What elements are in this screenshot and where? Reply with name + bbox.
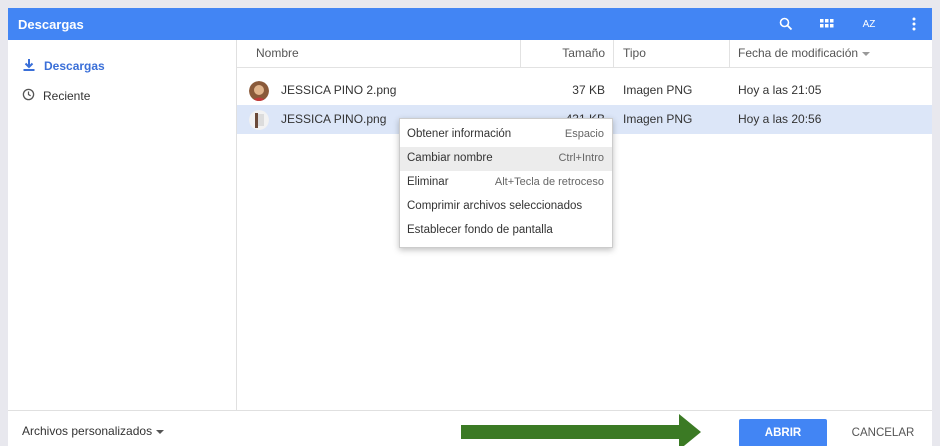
sidebar-item-label: Descargas [44,59,105,73]
context-menu: Obtener información Espacio Cambiar nomb… [399,118,613,248]
menu-item-shortcut: Ctrl+Intro [558,152,604,164]
download-icon [22,58,36,75]
menu-item-eliminar[interactable]: Eliminar Alt+Tecla de retroceso [400,171,612,195]
clock-icon [22,88,35,104]
column-headers: Nombre Tamaño Tipo Fecha de modificación [237,40,932,68]
image-thumbnail-icon [249,81,269,101]
file-name: JESSICA PINO 2.png [281,83,397,97]
file-size: 37 KB [572,83,605,97]
dialog-title: Descargas [18,17,84,32]
column-header-type[interactable]: Tipo [623,40,646,67]
chevron-down-icon [156,424,165,438]
file-type: Imagen PNG [623,83,693,97]
column-divider[interactable] [613,40,614,67]
more-vert-icon[interactable] [903,14,925,34]
sidebar: Descargas Reciente [8,40,236,410]
file-date: Hoy a las 20:56 [738,112,822,126]
menu-item-comprimir[interactable]: Comprimir archivos seleccionados [400,195,612,219]
menu-item-label: Comprimir archivos seleccionados [407,200,583,212]
menu-item-shortcut: Alt+Tecla de retroceso [494,176,604,188]
menu-item-label: Eliminar [407,176,449,188]
menu-item-label: Obtener información [407,128,512,140]
image-thumbnail-icon [249,110,269,130]
sort-down-icon [862,40,871,67]
column-divider[interactable] [729,40,730,67]
column-header-name[interactable]: Nombre [256,40,299,67]
file-name: JESSICA PINO.png [281,112,387,126]
column-header-size[interactable]: Tamaño [521,40,605,67]
menu-item-fondo-pantalla[interactable]: Establecer fondo de pantalla [400,219,612,243]
filter-label: Archivos personalizados [22,424,153,438]
menu-item-cambiar-nombre[interactable]: Cambiar nombre Ctrl+Intro [400,147,612,171]
cancel-button[interactable]: CANCELAR [838,419,928,446]
table-row[interactable]: JESSICA PINO 2.png 37 KB Imagen PNG Hoy … [237,76,932,105]
file-type: Imagen PNG [623,112,693,126]
column-header-date[interactable]: Fecha de modificación [738,40,871,67]
menu-item-shortcut: Espacio [564,128,604,140]
column-header-date-label: Fecha de modificación [738,46,859,60]
annotation-arrow-shaft [461,425,681,439]
annotation-arrow-icon [679,414,701,446]
open-button[interactable]: ABRIR [739,419,827,446]
grid-icon[interactable] [816,14,838,34]
sidebar-item-descargas[interactable]: Descargas [22,55,105,77]
file-type-filter[interactable]: Archivos personalizados [22,424,165,438]
title-bar: Descargas AZ [8,8,932,40]
search-icon[interactable] [775,14,797,34]
sort-label: AZ [862,18,876,30]
dialog-footer: Archivos personalizados ABRIR CANCELAR [8,410,932,446]
sort-icon[interactable]: AZ [858,14,880,34]
sidebar-item-label: Reciente [43,89,91,103]
file-dialog: Descargas AZ Descargas Reciente Nombre T… [8,8,932,446]
menu-item-label: Establecer fondo de pantalla [407,224,553,236]
file-date: Hoy a las 21:05 [738,83,822,97]
menu-item-label: Cambiar nombre [407,152,493,164]
menu-item-obtener-informacion[interactable]: Obtener información Espacio [400,123,612,147]
sidebar-item-reciente[interactable]: Reciente [22,85,90,107]
